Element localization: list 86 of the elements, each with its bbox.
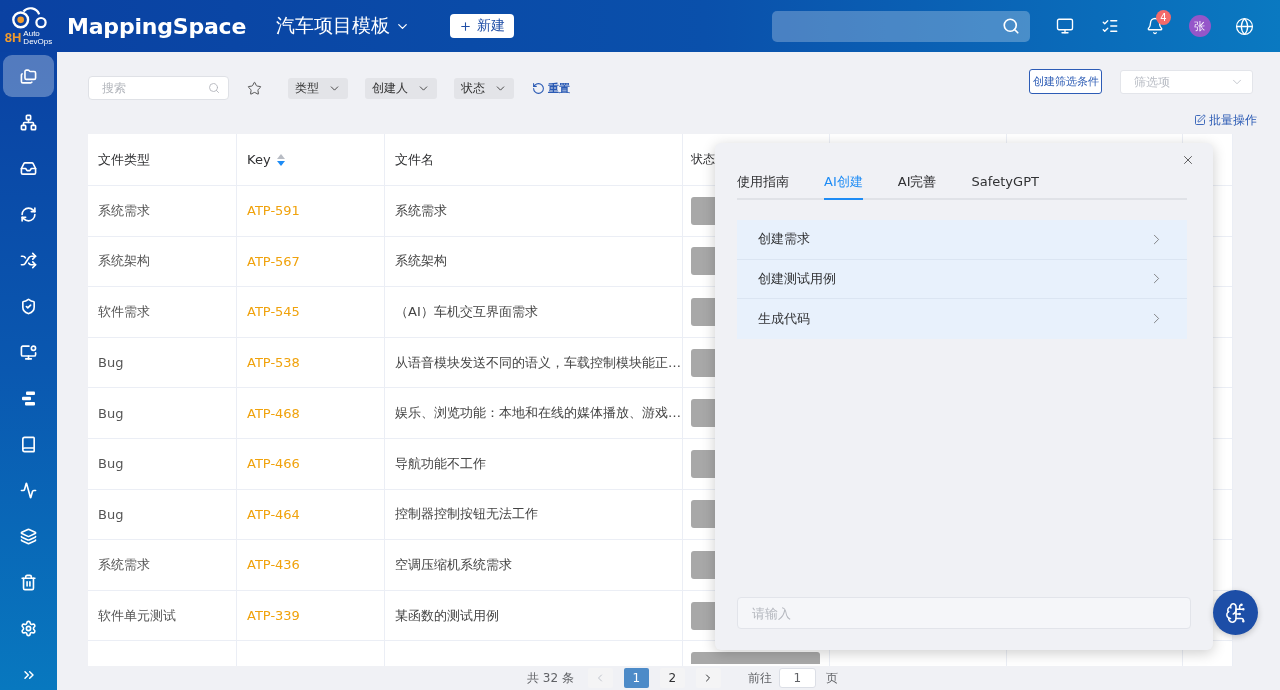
table-cell: 系统架构 <box>395 252 447 271</box>
book-icon <box>20 435 37 453</box>
panel-tab[interactable]: AI创建 <box>824 171 863 200</box>
table-cell: 从语音模块发送不同的语义，车载控制模块能正… <box>395 353 681 372</box>
brain-circuit-icon <box>1224 601 1247 624</box>
checklist-icon[interactable] <box>1100 17 1119 35</box>
plus-icon <box>459 19 473 33</box>
column-header: Key <box>247 152 285 167</box>
hierarchy-icon <box>20 113 37 131</box>
page-input[interactable]: 1 <box>778 668 816 688</box>
status-tag <box>691 449 715 478</box>
search-field[interactable] <box>772 10 1030 42</box>
table-cell: Bug <box>98 506 124 522</box>
filter-dropdown[interactable]: 状态 <box>454 77 514 99</box>
monitor-icon[interactable] <box>1055 17 1074 35</box>
table-cell: 系统需求 <box>98 201 150 220</box>
reset-icon <box>532 81 545 95</box>
inbox-icon <box>20 159 37 177</box>
layers-icon <box>20 527 37 545</box>
status-tag <box>691 247 715 276</box>
notification-badge: 4 <box>1156 10 1171 25</box>
table-cell: Bug <box>98 456 124 472</box>
ai-action-item[interactable]: 创建需求 <box>737 220 1187 260</box>
close-icon[interactable] <box>1181 153 1195 167</box>
table-cell: Bug <box>98 405 124 421</box>
table-cell: 软件单元测试 <box>98 606 176 625</box>
folders-icon <box>20 67 37 85</box>
ai-action-item[interactable]: 生成代码 <box>737 299 1187 339</box>
status-tag <box>691 500 715 529</box>
chat-input[interactable]: 请输入 <box>737 597 1191 629</box>
reset-button[interactable]: 重置 <box>532 80 570 96</box>
trash-icon <box>20 573 37 591</box>
brand-wordmark: MappingSpace <box>67 13 247 39</box>
table-cell: 空调压缩机系统需求 <box>395 555 512 574</box>
column-header: 状态 <box>691 152 715 167</box>
panel-tab[interactable]: AI完善 <box>897 171 937 200</box>
filter-dropdown[interactable]: 创建人 <box>365 77 437 99</box>
status-tag <box>691 298 715 326</box>
ai-action-item[interactable]: 创建测试用例 <box>737 259 1187 299</box>
filter-dropdown[interactable]: 类型 <box>288 77 348 99</box>
table-cell: 导航功能不工作 <box>395 454 486 473</box>
status-tag <box>691 399 715 428</box>
page-unit: 页 <box>825 669 838 687</box>
status-tag <box>691 196 715 225</box>
edit-icon <box>1194 114 1206 126</box>
column-header: 文件类型 <box>98 150 150 169</box>
create-filter-button[interactable]: 创建筛选条件 <box>1029 69 1102 94</box>
sidebar-item[interactable] <box>3 55 54 97</box>
table-cell: 系统需求 <box>395 201 447 220</box>
status-tag <box>691 550 715 579</box>
page-button[interactable]: 2 <box>659 668 685 688</box>
table-cell: Bug <box>98 355 124 371</box>
new-button[interactable]: 新建 <box>450 14 515 38</box>
gantt-icon <box>20 389 37 407</box>
monitor-icon <box>20 343 37 361</box>
star-icon[interactable] <box>247 80 262 96</box>
search-icon[interactable] <box>1002 17 1020 35</box>
panel-tab[interactable]: SafetyGPT <box>971 171 1039 200</box>
sort-icon[interactable] <box>276 153 285 166</box>
page-button[interactable]: 1 <box>623 668 649 688</box>
panel-tab[interactable]: 使用指南 <box>737 171 789 200</box>
table-cell: （AI）车机交互界面需求 <box>395 303 538 321</box>
table-cell: 某函数的测试用例 <box>395 606 499 625</box>
search-icon <box>208 82 220 94</box>
line-chart-icon <box>20 481 37 499</box>
table-cell: 系统架构 <box>98 252 150 271</box>
settings-icon <box>20 619 37 637</box>
logo-caption: Auto DevOps <box>23 30 53 46</box>
status-tag <box>691 348 715 377</box>
table-cell: 系统需求 <box>98 555 150 574</box>
status-tag <box>691 601 715 630</box>
total-count: 共 32 条 <box>527 669 574 687</box>
shuffle-icon <box>20 251 37 269</box>
search-field[interactable]: 搜索 <box>88 76 229 100</box>
table-cell: 控制器控制按钮无法工作 <box>395 505 538 524</box>
cycle-icon <box>20 205 37 223</box>
project-selector[interactable]: 汽车项目模板 <box>276 13 411 39</box>
user-avatar[interactable]: 张 <box>1188 15 1211 37</box>
globe-icon[interactable] <box>1235 16 1254 36</box>
goto-label: 前往 <box>747 669 772 687</box>
logo-mark: 8H <box>4 31 22 45</box>
batch-edit-button[interactable]: 批量操作 <box>1194 112 1257 128</box>
table-cell: 软件需求 <box>98 303 150 321</box>
shield-check-icon <box>20 297 37 315</box>
table-cell: 娱乐、浏览功能：本地和在线的媒体播放、游戏… <box>395 404 681 423</box>
column-header: 文件名 <box>395 150 434 169</box>
